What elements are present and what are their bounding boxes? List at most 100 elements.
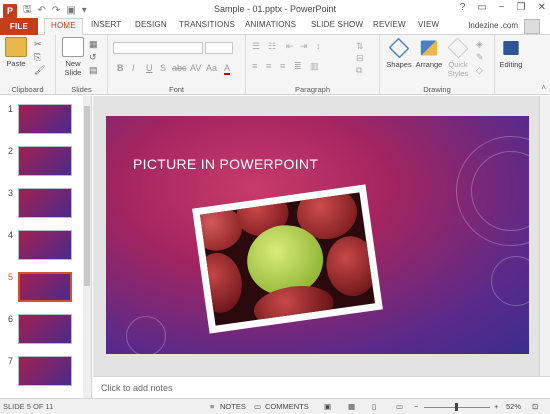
normal-view-icon[interactable]: ▣ (324, 402, 331, 411)
increase-indent-icon[interactable]: ⇥ (300, 41, 308, 52)
font-size-field[interactable] (205, 42, 233, 54)
new-slide-button[interactable]: New Slide (60, 37, 86, 77)
red-apple (199, 249, 246, 316)
char-spacing-button[interactable]: AV (190, 63, 201, 73)
arrange-icon (420, 40, 438, 56)
tab-home[interactable]: HOME (44, 18, 83, 36)
collapse-ribbon-icon[interactable]: ˄ (541, 83, 546, 92)
tab-animations[interactable]: ANIMATIONS (245, 20, 296, 29)
thumbnails-scrollbar[interactable] (83, 96, 91, 398)
align-right-icon[interactable]: ≡ (280, 61, 285, 71)
slide-canvas[interactable]: PICTURE IN POWERPOINT (106, 116, 529, 354)
shapes-button[interactable]: Shapes (384, 37, 414, 69)
notes-pane[interactable]: Click to add notes (93, 376, 550, 398)
line-spacing-icon[interactable]: ↕ (316, 41, 321, 51)
group-label-slides: Slides (71, 85, 92, 94)
cut-icon[interactable]: ✂ (34, 39, 42, 50)
quick-styles-icon (447, 37, 469, 59)
change-case-button[interactable]: Aa (206, 63, 217, 73)
group-label-clipboard: Clipboard (11, 85, 44, 94)
slide-number: 7 (8, 356, 14, 366)
align-center-icon[interactable]: ≡ (266, 61, 271, 71)
account-name[interactable]: Indezine .com (468, 21, 518, 30)
scrollbar-thumb[interactable] (84, 106, 90, 286)
tab-design[interactable]: DESIGN (135, 20, 167, 29)
thumbnail-image (18, 146, 72, 176)
fit-to-window-icon[interactable]: ⊡ (532, 402, 538, 411)
italic-button[interactable]: I (132, 63, 135, 73)
shape-fill-icon[interactable]: ◈ (476, 39, 483, 50)
section-icon[interactable]: ▤ (89, 65, 98, 76)
tab-slide-show[interactable]: SLIDE SHOW (311, 20, 363, 29)
paste-button[interactable]: Paste (3, 37, 29, 68)
align-left-icon[interactable]: ≡ (252, 61, 257, 71)
slide-number: 4 (8, 230, 14, 240)
group-clipboard: Paste ✂ ⎘ 🖌 Clipboard (0, 35, 56, 95)
notes-toggle-icon[interactable]: ≡ (210, 402, 214, 411)
zoom-out-button[interactable]: − (414, 402, 418, 411)
shadow-button[interactable]: S (160, 63, 166, 73)
bold-button[interactable]: B (117, 63, 124, 73)
status-bar: SLIDE 5 OF 11 ≡ NOTES ▭ COMMENTS ▣ ▦ ▯ ▭… (0, 398, 550, 414)
comments-toggle[interactable]: COMMENTS (265, 402, 309, 411)
tab-insert[interactable]: INSERT (91, 20, 121, 29)
shape-effects-icon[interactable]: ◇ (476, 65, 483, 76)
minimize-button[interactable]: − (499, 2, 505, 13)
editing-icon (503, 41, 519, 55)
notes-placeholder: Click to add notes (101, 383, 173, 393)
restore-button[interactable]: ❐ (517, 2, 526, 13)
decorative-ring (491, 256, 529, 306)
editing-button[interactable]: Editing (497, 38, 525, 69)
notes-toggle[interactable]: NOTES (220, 402, 246, 411)
zoom-slider-thumb[interactable] (455, 403, 458, 411)
zoom-in-button[interactable]: + (494, 402, 498, 411)
title-bar: P 🖫 ↶ ↷ ▣ ▾ Sample - 01.pptx - PowerPoin… (0, 0, 550, 18)
slide-number: 1 (8, 104, 14, 114)
ribbon-display-icon[interactable]: ▭ (477, 2, 486, 13)
text-direction-icon[interactable]: ⇅ (356, 41, 364, 52)
arrange-label: Arrange (415, 60, 443, 69)
underline-button[interactable]: U (146, 63, 153, 73)
paste-icon (5, 37, 27, 57)
bullets-icon[interactable]: ☰ (252, 41, 260, 52)
smartart-icon[interactable]: ⧉ (356, 65, 362, 76)
reading-view-icon[interactable]: ▯ (372, 402, 376, 411)
justify-icon[interactable]: ≣ (294, 61, 302, 72)
shapes-icon (388, 37, 410, 59)
slide-number: 3 (8, 188, 14, 198)
copy-icon[interactable]: ⎘ (34, 52, 41, 63)
shape-outline-icon[interactable]: ✎ (476, 52, 484, 63)
zoom-level[interactable]: 52% (506, 402, 521, 411)
columns-icon[interactable]: ▥ (310, 61, 319, 72)
strikethrough-button[interactable]: abc (172, 63, 187, 73)
align-text-icon[interactable]: ⊟ (356, 53, 364, 64)
comments-icon[interactable]: ▭ (254, 402, 261, 411)
new-slide-label: New Slide (64, 59, 82, 77)
font-color-button[interactable]: A (224, 63, 231, 75)
help-button[interactable]: ? (460, 2, 466, 13)
format-painter-icon[interactable]: 🖌 (34, 65, 45, 76)
thumbnail-image (18, 188, 72, 218)
layout-icon[interactable]: ▦ (89, 39, 98, 50)
reset-icon[interactable]: ↺ (89, 52, 97, 63)
avatar[interactable] (524, 19, 540, 34)
thumbnail-image (18, 314, 72, 344)
group-slides: New Slide ▦ ↺ ▤ Slides (56, 35, 108, 95)
editor-scrollbar[interactable] (539, 96, 550, 376)
slide-title[interactable]: PICTURE IN POWERPOINT (133, 156, 318, 172)
slide-number: 6 (8, 314, 14, 324)
quick-styles-button[interactable]: Quick Styles (444, 37, 472, 78)
tab-file[interactable]: FILE (0, 18, 38, 35)
decrease-indent-icon[interactable]: ⇤ (286, 41, 294, 52)
close-button[interactable]: ✕ (538, 2, 546, 13)
tab-view[interactable]: VIEW (418, 20, 439, 29)
numbering-icon[interactable]: ☷ (268, 41, 276, 52)
font-name-field[interactable] (113, 42, 203, 54)
tab-transitions[interactable]: TRANSITIONS (179, 20, 235, 29)
slide-sorter-icon[interactable]: ▦ (348, 402, 355, 411)
slideshow-view-icon[interactable]: ▭ (396, 402, 403, 411)
tab-review[interactable]: REVIEW (373, 20, 406, 29)
group-editing: Editing (495, 35, 527, 95)
arrange-button[interactable]: Arrange (414, 38, 444, 69)
apple-picture[interactable] (192, 184, 383, 334)
